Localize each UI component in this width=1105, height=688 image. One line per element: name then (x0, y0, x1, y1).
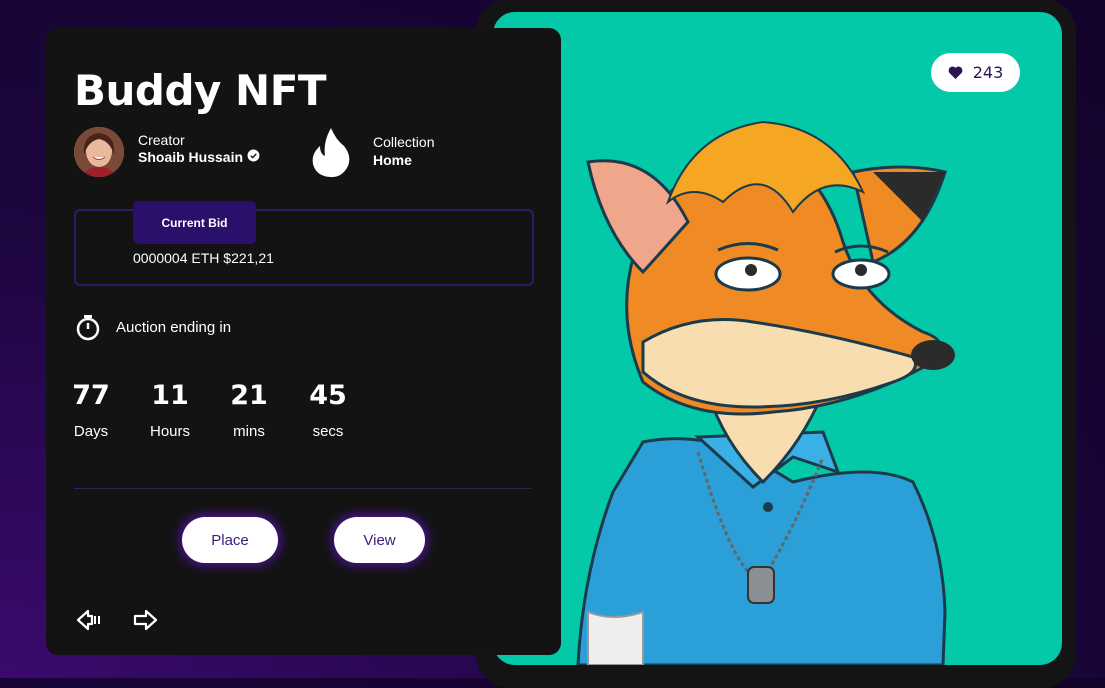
divider (74, 488, 532, 489)
creator-name-text: Shoaib Hussain (138, 149, 244, 165)
countdown-unit: Hours (149, 423, 190, 440)
creator-name[interactable]: Shoaib Hussain (138, 149, 260, 165)
countdown-unit: Days (73, 423, 109, 440)
countdown-value: 21 (230, 380, 268, 411)
countdown-value: 45 (309, 380, 347, 411)
countdown-hours: 11 Hours (140, 380, 200, 440)
page-title: Buddy NFT (74, 66, 327, 115)
current-bid-label: Current Bid (133, 201, 256, 244)
nft-artwork (493, 12, 1062, 665)
creator-label: Creator (138, 132, 185, 148)
likes-count: 243 (972, 63, 1004, 82)
flame-icon (310, 126, 352, 183)
countdown-unit: mins (233, 423, 265, 440)
verified-badge-icon (247, 149, 260, 165)
current-bid-value: 0000004 ETH $221,21 (133, 250, 274, 266)
likes-badge[interactable]: 243 (931, 53, 1020, 92)
nft-info-card: Buddy NFT Creator Shoaib Hussain Collect… (46, 28, 561, 655)
collection-name[interactable]: Home (373, 152, 412, 168)
countdown-value: 77 (72, 380, 110, 411)
auction-label: Auction ending in (116, 319, 232, 336)
place-bid-button[interactable]: Place (182, 517, 278, 563)
countdown-days: 77 Days (61, 380, 121, 440)
collection-label: Collection (373, 134, 435, 150)
fox-illustration (576, 120, 955, 665)
timer-icon (76, 315, 100, 346)
arrow-left-icon[interactable] (76, 608, 102, 637)
countdown-mins: 21 mins (219, 380, 279, 440)
creator-avatar[interactable] (74, 127, 124, 177)
arrow-right-icon[interactable] (132, 608, 158, 637)
view-button[interactable]: View (334, 517, 425, 563)
countdown-secs: 45 secs (298, 380, 358, 440)
countdown-value: 11 (151, 380, 189, 411)
heart-icon (948, 66, 963, 79)
countdown-unit: secs (312, 423, 344, 440)
